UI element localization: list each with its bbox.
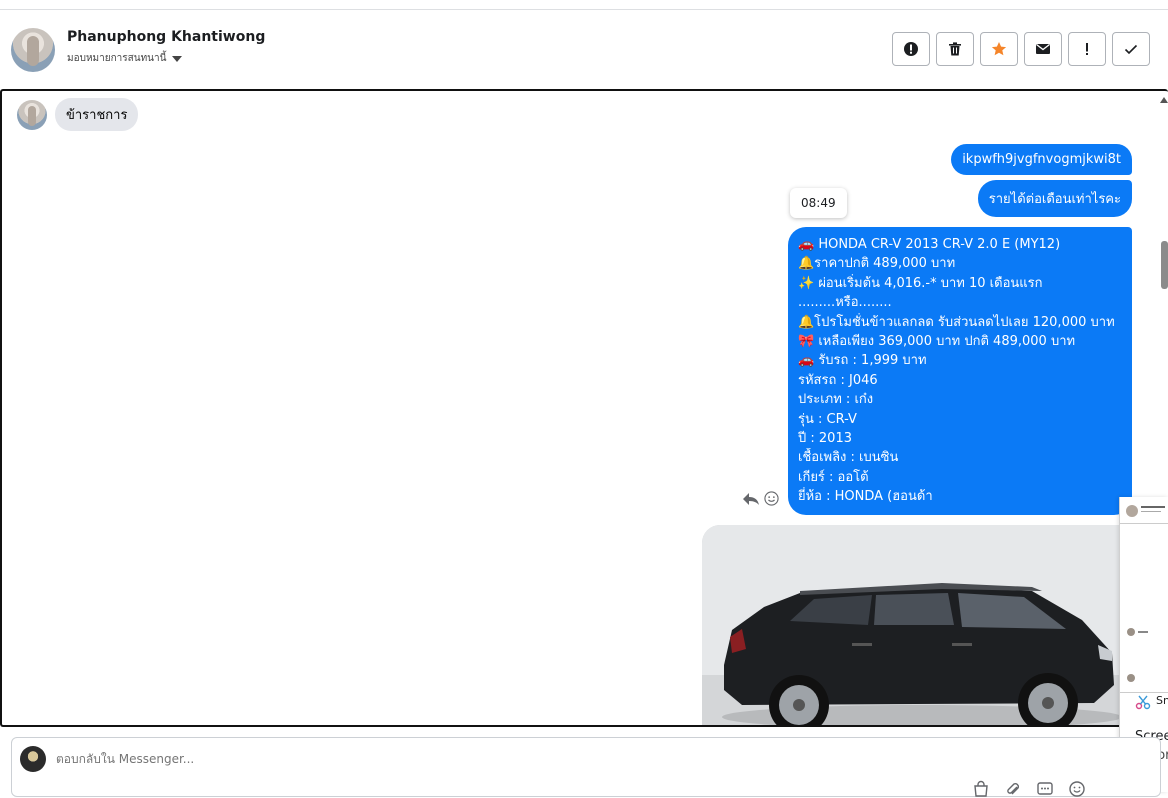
shopping-bag-icon[interactable] [972, 780, 990, 798]
listing-message-bubble[interactable]: 🚗 HONDA CR-V 2013 CR-V 2.0 E (MY12) 🔔ราค… [788, 227, 1132, 515]
listing-line: รุ่น : CR-V [798, 411, 857, 427]
mark-done-button[interactable] [1112, 32, 1150, 66]
paperclip-icon[interactable] [1004, 780, 1022, 798]
listing-line: 🚗 รับรถ : 1,999 บาท [798, 353, 927, 369]
thumbnail-text [1141, 511, 1161, 512]
thumbnail-preview [1120, 523, 1168, 693]
reply-input[interactable] [56, 752, 656, 766]
scroll-up-arrow-icon[interactable] [1160, 97, 1168, 103]
listing-line: 🎀 เหลือเพียง 369,000 บาท ปกติ 489,000 บา… [798, 334, 1076, 350]
assign-label: มอบหมายการสนทนานี้ [67, 53, 167, 64]
composer-toolbar [972, 780, 1086, 798]
thumbnail-avatar [1127, 674, 1135, 682]
listing-line: 🔔โปรโมชั่นข้าวแลกลด รับส่วนลดไปเลย 120,0… [798, 314, 1115, 330]
listing-line: เกียร์ : ออโต้ [798, 469, 869, 485]
smiley-icon[interactable] [764, 491, 779, 506]
scrollbar-thumb[interactable] [1161, 241, 1168, 289]
envelope-icon [1036, 43, 1050, 54]
label-tag[interactable]: ข้าราชการ [55, 98, 139, 131]
thumbnail-avatar [1127, 628, 1135, 636]
listing-line: รหัสรถ : J046 [798, 372, 878, 388]
listing-line: 🔔ราคาปกติ 489,000 บาท [798, 256, 956, 272]
delete-button[interactable] [936, 32, 974, 66]
trash-icon [949, 42, 961, 56]
message-bubble[interactable]: รายได้ต่อเดือนเท่าไรคะ [977, 180, 1132, 217]
header-actions [892, 32, 1150, 66]
top-divider [0, 0, 1168, 10]
car-photo[interactable] [702, 525, 1142, 725]
avatar [17, 99, 47, 130]
car-illustration [702, 525, 1142, 725]
alert-circle-icon [904, 42, 918, 56]
avatar [1126, 505, 1138, 517]
snipping-tool-icon[interactable] [1135, 694, 1151, 710]
message-bubble[interactable]: ikpwfh9jvgfnvogmjkwi8t [951, 144, 1132, 175]
label-row: ข้าราชการ [17, 98, 139, 131]
mark-unread-button[interactable] [1024, 32, 1062, 66]
star-icon [991, 42, 1007, 56]
caret-down-icon [172, 55, 183, 62]
reply-icon[interactable] [742, 491, 760, 507]
conversation-header: Phanuphong Khantiwong มอบหมายการสนทนานี้ [0, 10, 1168, 89]
assign-conversation-dropdown[interactable]: มอบหมายการสนทนานี้ [67, 51, 183, 66]
listing-line: 🚗 HONDA CR-V 2013 CR-V 2.0 E (MY12) [798, 237, 1061, 252]
timestamp-tooltip: 08:49 [790, 188, 847, 218]
saved-replies-icon[interactable] [1036, 780, 1054, 798]
thumbnail-text [1138, 631, 1148, 633]
message-thread[interactable]: ข้าราชการ ikpwfh9jvgfnvogmjkwi8t รายได้ต… [0, 89, 1168, 727]
listing-line: ยี่ห้อ : HONDA (ฮอนด้า [798, 489, 933, 505]
avatar[interactable] [11, 28, 55, 72]
exclamation-icon [1086, 43, 1088, 55]
listing-line: ประเภท : เก๋ง [798, 392, 874, 408]
contact-name[interactable]: Phanuphong Khantiwong [67, 29, 265, 45]
snip-app-label: Sn [1156, 694, 1168, 707]
check-icon [1124, 44, 1138, 55]
listing-line: เชื้อเพลิง : เบนซิน [798, 450, 899, 466]
listing-line: ปี : 2013 [798, 431, 852, 447]
thumbnail-text [1141, 506, 1165, 508]
page-avatar [20, 746, 46, 772]
listing-line: ✨ ผ่อนเริ่มต้น 4,016.-* บาท 10 เดือนแรก [798, 275, 1043, 291]
emoji-icon[interactable] [1068, 780, 1086, 798]
star-button[interactable] [980, 32, 1018, 66]
follow-up-button[interactable] [1068, 32, 1106, 66]
reply-composer [11, 737, 1161, 797]
listing-line: .........หรือ........ [798, 295, 892, 311]
mark-spam-button[interactable] [892, 32, 930, 66]
